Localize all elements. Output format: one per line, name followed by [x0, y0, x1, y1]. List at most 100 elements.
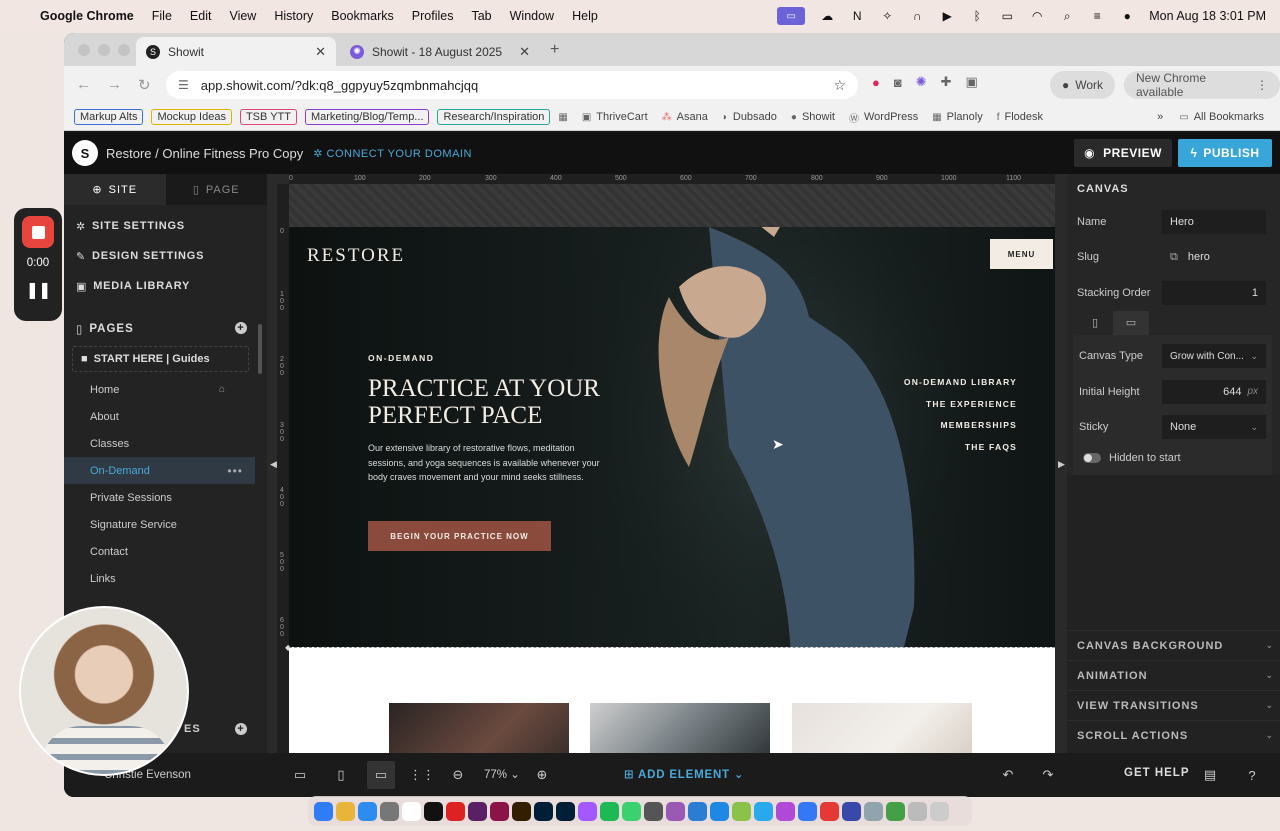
minimize-window-button[interactable] [98, 44, 110, 56]
chrome-update-button[interactable]: New Chrome available ⋮ [1124, 71, 1280, 99]
reload-icon[interactable]: ↻ [138, 76, 151, 94]
hero-nav-item[interactable]: THE FAQS [904, 442, 1017, 464]
media-library-link[interactable]: ▣ MEDIA LIBRARY [64, 271, 267, 301]
bookmark-thrivecart[interactable]: ▣ ThriveCart [582, 111, 648, 123]
canvas-type-select[interactable]: Grow with Con... ⌄ [1162, 344, 1266, 369]
collapse-left-icon[interactable]: ◀ [270, 459, 277, 470]
menu-app-name[interactable]: Google Chrome [40, 9, 134, 23]
view-transitions-section[interactable]: VIEW TRANSITIONS ⌄ [1067, 690, 1280, 720]
app-icon[interactable] [732, 801, 751, 821]
url-text[interactable]: app.showit.com/?dk:q8_ggpyuy5zqmbnmahcjq… [201, 78, 479, 93]
menu-file[interactable]: File [152, 9, 172, 23]
preview-device-icon[interactable]: ▭ [286, 761, 314, 789]
chrome-icon[interactable] [336, 801, 355, 821]
control-center-icon[interactable]: ≡ [1089, 9, 1105, 23]
forward-arrow-icon[interactable]: → [107, 76, 122, 94]
page-item-classes[interactable]: Classes [64, 430, 255, 457]
bookmark-markup-alts[interactable]: Markup Alts [74, 109, 144, 125]
help-docs-icon[interactable]: ▤ [1196, 761, 1224, 789]
menu-profiles[interactable]: Profiles [412, 9, 454, 23]
add-element-button[interactable]: ⊞ ADD ELEMENT ⌄ [624, 767, 744, 781]
app-icon[interactable] [864, 801, 883, 821]
tab-showit-recording[interactable]: ✺ Showit - 18 August 2025 ✕ [340, 37, 540, 66]
chevron-double-right-icon[interactable]: » [1157, 111, 1163, 123]
indesign-icon[interactable] [490, 801, 509, 821]
battery-icon[interactable]: ▭ [999, 9, 1015, 23]
page-item-contact[interactable]: Contact [64, 538, 255, 565]
adobe-xd-icon[interactable] [468, 801, 487, 821]
hero-nav-item[interactable]: THE EXPERIENCE [904, 399, 1017, 421]
trash-icon[interactable] [930, 801, 949, 821]
profile-button[interactable]: ● Work [1050, 71, 1116, 99]
app-icon[interactable] [842, 801, 861, 821]
hero-canvas[interactable]: RESTORE MENU ON-DEMAND PRACTICE AT YOUR … [289, 227, 1055, 647]
calendar-icon[interactable] [402, 801, 421, 821]
more-options-icon[interactable]: ••• [227, 464, 243, 478]
close-tab-icon[interactable]: ✕ [519, 44, 530, 60]
page-folder[interactable]: ■ START HERE | Guides [72, 346, 249, 372]
zoom-in-icon[interactable]: ⊕ [528, 761, 556, 789]
spotlight-search-icon[interactable]: ⌕ [1059, 9, 1075, 23]
menu-help[interactable]: Help [572, 9, 598, 23]
menu-bookmarks[interactable]: Bookmarks [331, 9, 394, 23]
preview-button[interactable]: ◉ PREVIEW [1074, 139, 1172, 167]
bookmark-marketing[interactable]: Marketing/Blog/Temp... [304, 109, 430, 125]
app-icon[interactable] [710, 801, 729, 821]
menubar-clock[interactable]: Mon Aug 18 3:01 PM [1149, 9, 1266, 23]
menu-edit[interactable]: Edit [190, 9, 212, 23]
menu-tab[interactable]: Tab [471, 9, 491, 23]
extension-gear-icon[interactable]: ✺ [916, 74, 927, 90]
mobile-view-icon[interactable]: ▯ [327, 761, 355, 789]
bookmark-research[interactable]: Research/Inspiration [437, 109, 551, 125]
wifi-icon[interactable]: ◠ [1029, 9, 1045, 23]
screen-mirror-icon[interactable]: ▭ [777, 7, 806, 25]
slug-field[interactable]: ⧉ hero [1162, 245, 1266, 269]
app-icon[interactable] [644, 801, 663, 821]
notion-icon[interactable] [424, 801, 443, 821]
app-icon[interactable] [798, 801, 817, 821]
grid-icon[interactable]: ⋮⋮ [408, 761, 436, 789]
get-help-button[interactable]: GET HELP [1124, 767, 1190, 779]
tab-search-icon[interactable]: ▣ [966, 74, 978, 90]
menu-history[interactable]: History [274, 9, 313, 23]
bookmark-asana[interactable]: ⁂ Asana [662, 111, 708, 123]
zoom-out-icon[interactable]: ⊖ [444, 761, 472, 789]
redo-icon[interactable]: ↷ [1034, 761, 1062, 789]
close-window-button[interactable] [78, 44, 90, 56]
chat-icon[interactable]: ? [1238, 761, 1266, 789]
bluetooth-icon[interactable]: ᛒ [969, 9, 985, 23]
butterfly-icon[interactable]: ✧ [879, 9, 895, 23]
acrobat-icon[interactable] [446, 801, 465, 821]
more-options-icon[interactable]: ⋮ [1256, 78, 1268, 92]
creative-cloud-icon[interactable]: ☁ [819, 9, 835, 23]
add-page-icon[interactable]: + [235, 322, 247, 334]
webcam-bubble[interactable] [19, 606, 189, 776]
messages-icon[interactable] [622, 801, 641, 821]
canvas-background-section[interactable]: CANVAS BACKGROUND ⌄ [1067, 630, 1280, 660]
hidden-to-start-toggle[interactable] [1083, 453, 1101, 463]
design-settings-link[interactable]: ✎ DESIGN SETTINGS [64, 241, 267, 271]
bookmark-mockup-ideas[interactable]: Mockup Ideas [151, 109, 232, 125]
bookmark-flodesk[interactable]: f Flodesk [997, 111, 1043, 123]
tab-showit[interactable]: S Showit ✕ [136, 37, 336, 66]
publish-button[interactable]: ϟ PUBLISH [1178, 139, 1272, 167]
desktop-view-icon[interactable]: ▭ [367, 761, 395, 789]
initial-height-field[interactable]: 644 px [1162, 379, 1266, 404]
system-settings-icon[interactable] [380, 801, 399, 821]
pause-icon[interactable]: ❚❚ [14, 280, 62, 300]
all-bookmarks[interactable]: ▭ All Bookmarks [1179, 111, 1264, 123]
page-item-links[interactable]: Links [64, 565, 255, 592]
bookmark-dubsado[interactable]: ◗ Dubsado [722, 111, 777, 123]
downloads-icon[interactable] [908, 801, 927, 821]
undo-icon[interactable]: ↶ [994, 761, 1022, 789]
copy-icon[interactable]: ⧉ [1170, 251, 1178, 264]
sticky-select[interactable]: None ⌄ [1162, 415, 1266, 440]
tab-site[interactable]: ⊕ SITE [64, 174, 166, 205]
camera-icon[interactable]: ◙ [894, 75, 902, 90]
new-tab-icon[interactable]: + [550, 41, 559, 59]
notion-icon[interactable]: N [849, 9, 865, 23]
stop-recording-button[interactable] [22, 216, 54, 248]
site-name[interactable]: Restore / Online Fitness Pro Copy [106, 146, 303, 161]
mobile-view-icon[interactable]: ▯ [1077, 311, 1113, 335]
zoom-window-button[interactable] [118, 44, 130, 56]
